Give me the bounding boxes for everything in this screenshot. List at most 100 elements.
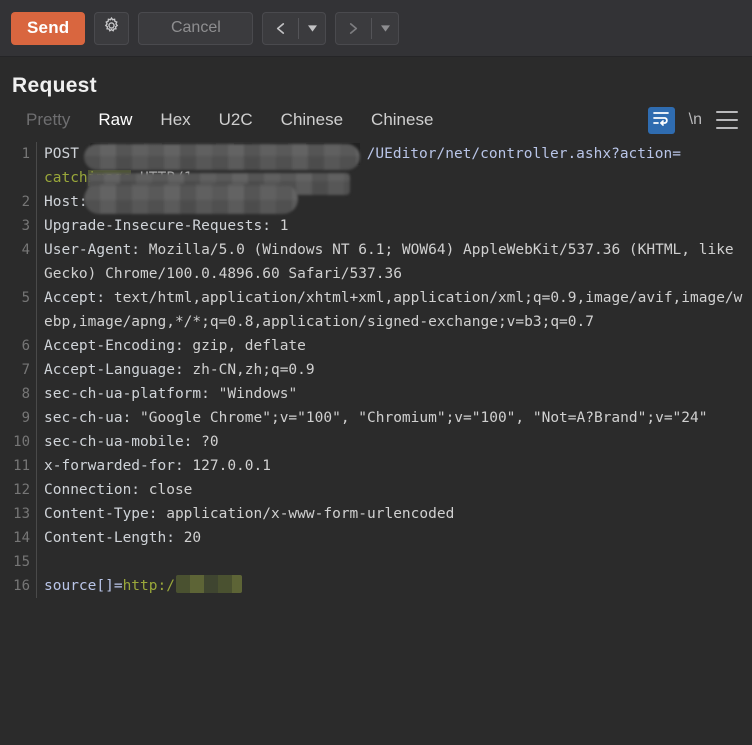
code-line[interactable]: 11 x-forwarded-for: 127.0.0.1 <box>0 454 752 478</box>
code-line[interactable]: 16 source[]=http:/ <box>0 574 752 598</box>
line-number: 11 <box>13 458 30 474</box>
code-line[interactable]: 4 User-Agent: Mozilla/5.0 (Windows NT 6.1… <box>0 238 752 286</box>
line-number: 6 <box>21 338 30 354</box>
line-number: 10 <box>13 434 30 450</box>
redacted-text <box>89 143 365 165</box>
gutter-divider <box>36 526 37 550</box>
code-token: ?0 <box>201 434 219 450</box>
line-number: 12 <box>13 482 30 498</box>
tab-pretty[interactable]: Pretty <box>12 98 84 142</box>
code-line[interactable]: 12 Connection: close <box>0 478 752 502</box>
line-number: 1 <box>21 146 30 162</box>
code-token: text/html,application/xhtml+xml,applicat… <box>44 290 743 330</box>
code-token: x-forwarded-for: <box>44 458 193 474</box>
forward-split-button[interactable] <box>335 11 400 45</box>
tab-raw[interactable]: Raw <box>84 98 146 142</box>
tab-hex[interactable]: Hex <box>146 98 204 142</box>
tab-chinese-1[interactable]: Chinese <box>267 98 357 142</box>
gutter-divider <box>36 382 37 406</box>
hamburger-menu-icon[interactable] <box>716 109 738 131</box>
chevron-right-icon[interactable] <box>336 13 371 44</box>
code-token: Host: <box>44 194 97 210</box>
code-token: User-Agent: <box>44 242 149 258</box>
code-token: 20 <box>183 530 202 546</box>
code-token: Connection: <box>44 482 149 498</box>
code-token: Accept-Language: <box>44 362 193 378</box>
gutter-divider <box>36 502 37 526</box>
code-line[interactable]: 9 sec-ch-ua: "Google Chrome";v="100", "Ch… <box>0 406 752 430</box>
code-token: zh-CN,zh;q=0.9 <box>192 362 315 378</box>
code-line-text <box>44 550 752 574</box>
code-line-text: x-forwarded-for: 127.0.0.1 <box>44 454 752 478</box>
back-split-button[interactable] <box>262 11 327 45</box>
code-token: POST <box>44 146 88 162</box>
code-line[interactable]: 15 <box>0 550 752 574</box>
view-tabs: Pretty Raw Hex U2C Chinese Chinese \n <box>0 98 752 142</box>
line-number: 2 <box>21 194 30 210</box>
code-line-text: Upgrade-Insecure-Requests: 1 <box>44 214 752 238</box>
tab-u2c[interactable]: U2C <box>205 98 267 142</box>
code-token: "Google Chrome";v="100", "Chromium";v="1… <box>140 410 708 426</box>
code-line[interactable]: 1 POST /UEditor/net/controller.ashx?actio… <box>0 142 752 190</box>
code-token: gzip, deflate <box>192 338 306 354</box>
code-line-text: Host: <box>44 190 752 214</box>
code-line[interactable]: 14 Content-Length: 20 <box>0 526 752 550</box>
code-line[interactable]: 8 sec-ch-ua-platform: "Windows" <box>0 382 752 406</box>
code-line-text: sec-ch-ua: "Google Chrome";v="100", "Chr… <box>44 406 752 430</box>
menu-bar-3 <box>716 127 738 129</box>
gutter-divider <box>36 478 37 502</box>
gutter-divider <box>36 430 37 454</box>
code-token: http:/ <box>122 578 175 594</box>
word-wrap-toggle[interactable] <box>647 106 675 134</box>
code-line-text: User-Agent: Mozilla/5.0 (Windows NT 6.1;… <box>44 238 752 286</box>
gutter-divider <box>36 238 37 286</box>
code-token: "Windows" <box>218 386 298 402</box>
newline-toggle[interactable]: \n <box>687 111 704 129</box>
code-line-text: Accept-Language: zh-CN,zh;q=0.9 <box>44 358 752 382</box>
code-line[interactable]: 2 Host: <box>0 190 752 214</box>
code-token: 127.0.0.1 <box>192 458 271 474</box>
raw-request-editor[interactable]: 1 POST /UEditor/net/controller.ashx?actio… <box>0 142 752 737</box>
code-line[interactable]: 5 Accept: text/html,application/xhtml+xml… <box>0 286 752 334</box>
line-number: 8 <box>21 386 30 402</box>
send-button[interactable]: Send <box>11 11 86 45</box>
code-line[interactable]: 10 sec-ch-ua-mobile: ?0 <box>0 430 752 454</box>
code-line-text: sec-ch-ua-platform: "Windows" <box>44 382 752 406</box>
forward-caret-down-icon[interactable] <box>372 13 398 44</box>
gutter-divider <box>36 214 37 238</box>
tab-chinese-2[interactable]: Chinese <box>357 98 447 142</box>
line-number: 16 <box>13 578 30 594</box>
code-line-text: Content-Length: 20 <box>44 526 752 550</box>
gutter-divider <box>36 406 37 430</box>
code-token: 1 <box>279 218 289 234</box>
gutter-divider <box>36 190 37 214</box>
settings-button[interactable] <box>94 11 130 45</box>
code-line-text: sec-ch-ua-mobile: ?0 <box>44 430 752 454</box>
cancel-button[interactable]: Cancel <box>138 11 254 45</box>
gutter-divider <box>36 574 37 598</box>
code-line[interactable]: 6 Accept-Encoding: gzip, deflate <box>0 334 752 358</box>
line-number: 13 <box>13 506 30 522</box>
code-token: Mozilla/5.0 (Windows NT 6.1; WOW64) Appl… <box>44 242 743 282</box>
code-line-text: Accept-Encoding: gzip, deflate <box>44 334 752 358</box>
line-number: 15 <box>13 554 30 570</box>
line-number: 4 <box>21 242 30 258</box>
redacted-text: image <box>87 170 132 186</box>
code-line-text: Accept: text/html,application/xhtml+xml,… <box>44 286 752 334</box>
line-number: 14 <box>13 530 30 546</box>
menu-bar-1 <box>716 111 738 113</box>
back-caret-down-icon[interactable] <box>299 13 325 44</box>
code-token: close <box>148 482 193 498</box>
code-token: Accept: <box>44 290 114 306</box>
code-line-text: POST /UEditor/net/controller.ashx?action… <box>44 142 752 190</box>
gutter-divider <box>36 142 37 190</box>
code-token: Content-Length: <box>44 530 184 546</box>
main-toolbar: Send Cancel <box>0 0 752 57</box>
code-token: Content-Type: <box>44 506 167 522</box>
code-line[interactable]: 3 Upgrade-Insecure-Requests: 1 <box>0 214 752 238</box>
code-line[interactable]: 7 Accept-Language: zh-CN,zh;q=0.9 <box>0 358 752 382</box>
code-line[interactable]: 13 Content-Type: application/x-www-form-u… <box>0 502 752 526</box>
code-token: sec-ch-ua-platform: <box>44 386 219 402</box>
chevron-left-icon[interactable] <box>263 13 298 44</box>
code-token: sec-ch-ua: <box>44 410 141 426</box>
